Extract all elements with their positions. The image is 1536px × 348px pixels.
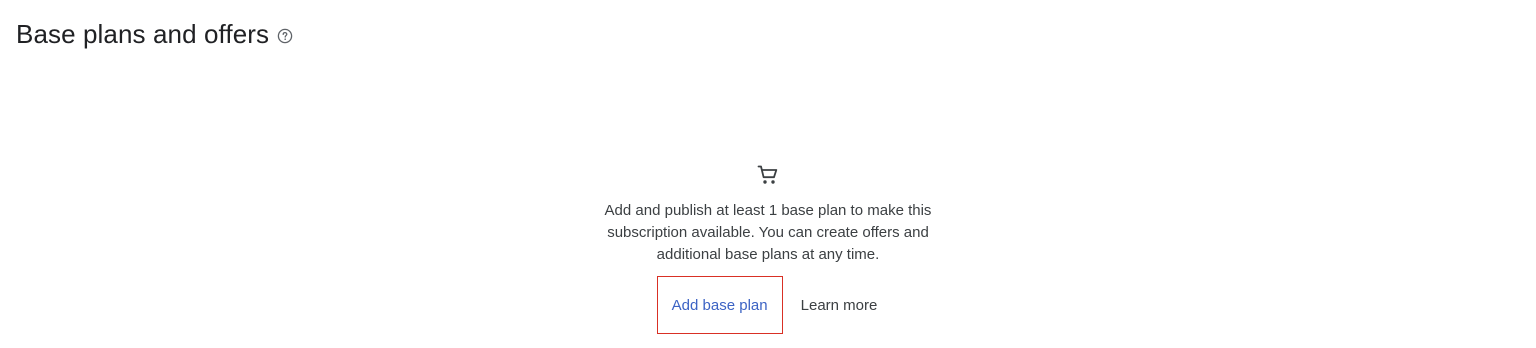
help-icon[interactable] [277, 28, 293, 44]
empty-state-actions: Add base plan Learn more [656, 276, 880, 334]
learn-more-link[interactable]: Learn more [799, 297, 880, 314]
add-base-plan-button[interactable]: Add base plan [656, 276, 783, 334]
empty-state-message: Add and publish at least 1 base plan to … [604, 202, 932, 263]
base-plans-page: Base plans and offers Add and publish at… [0, 0, 1536, 348]
shopping-cart-icon [755, 162, 781, 188]
page-title: Base plans and offers [16, 19, 270, 49]
empty-state: Add and publish at least 1 base plan to … [0, 162, 1536, 334]
section-header: Base plans and offers [16, 18, 293, 50]
